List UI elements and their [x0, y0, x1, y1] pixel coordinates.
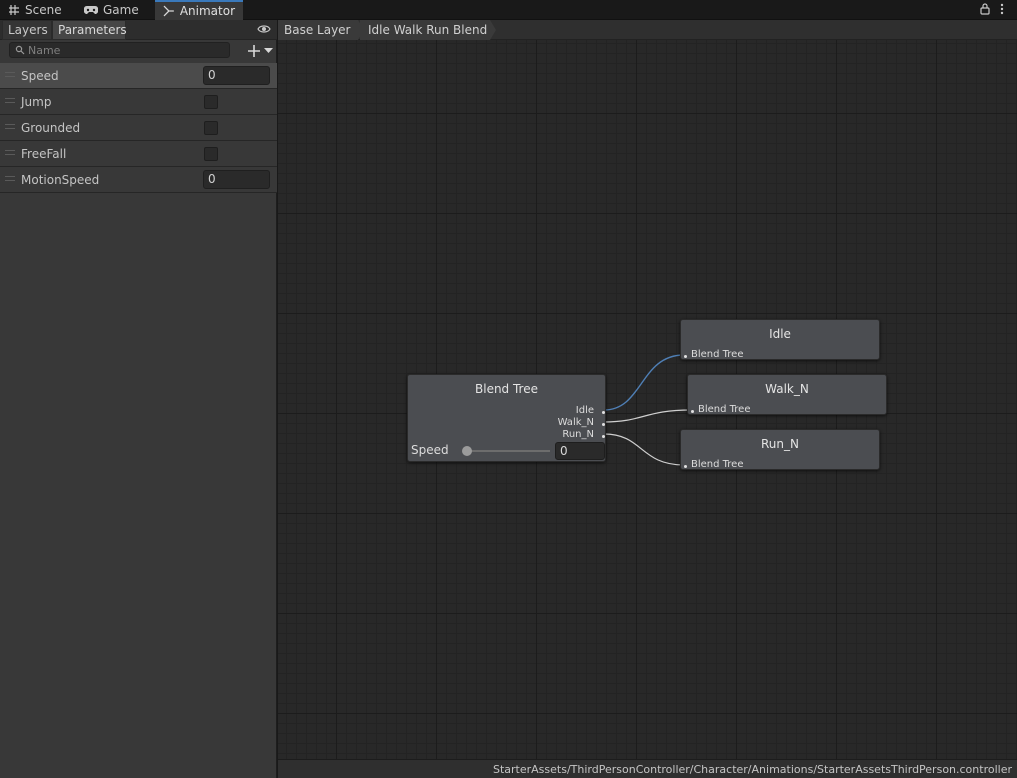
status-bar: StarterAssets/ThirdPersonController/Char…	[278, 759, 1017, 778]
blend-tree-node[interactable]: Blend Tree Idle Walk_N Run_N Speed 0	[407, 374, 606, 462]
motion-node-walk[interactable]: Walk_N Blend Tree	[687, 374, 887, 415]
parameter-name: MotionSpeed	[21, 173, 100, 187]
tab-label: Game	[103, 3, 139, 17]
search-box[interactable]	[9, 42, 230, 58]
output-port-label: Idle	[575, 405, 594, 416]
node-title: Walk_N	[765, 382, 809, 396]
animator-graph[interactable]: Base Layer Idle Walk Run Blend Blend Tre…	[278, 20, 1017, 778]
tab-parameters[interactable]: Parameters	[52, 20, 127, 40]
parameter-float-field[interactable]: 0	[203, 170, 270, 189]
search-icon	[15, 45, 25, 55]
parameter-bool-checkbox[interactable]	[204, 147, 218, 161]
parameter-name: Speed	[21, 69, 59, 83]
tab-layers[interactable]: Layers	[2, 20, 52, 40]
lock-icon[interactable]	[980, 3, 990, 15]
input-port[interactable]	[684, 355, 687, 358]
blend-slider-thumb[interactable]	[462, 446, 472, 456]
blend-parameter-label: Speed	[411, 443, 449, 457]
wire-run	[603, 433, 685, 466]
parameter-row-motionspeed[interactable]: MotionSpeed 0	[0, 167, 277, 193]
add-parameter-button[interactable]	[247, 43, 275, 58]
search-row	[0, 40, 277, 62]
input-port[interactable]	[691, 410, 694, 413]
input-port-label: Blend Tree	[698, 404, 751, 415]
tab-label: Animator	[179, 4, 235, 18]
drag-handle-icon[interactable]	[5, 176, 15, 181]
drag-handle-icon[interactable]	[5, 72, 15, 77]
wire-walk	[603, 409, 692, 423]
gamepad-icon	[84, 5, 98, 15]
tab-animator[interactable]: Animator	[155, 0, 243, 20]
chevron-down-icon	[264, 47, 273, 53]
output-port-label: Walk_N	[557, 417, 594, 428]
motion-node-idle[interactable]: Idle Blend Tree	[680, 319, 880, 360]
tab-label: Scene	[25, 3, 62, 17]
more-icon[interactable]	[1000, 3, 1004, 15]
node-title: Idle	[769, 327, 791, 341]
drag-handle-icon[interactable]	[5, 124, 15, 129]
drag-handle-icon[interactable]	[5, 150, 15, 155]
output-port[interactable]	[602, 423, 605, 426]
parameter-name: FreeFall	[21, 147, 67, 161]
input-port-label: Blend Tree	[691, 349, 744, 360]
blend-value-field[interactable]: 0	[555, 442, 605, 460]
parameter-bool-checkbox[interactable]	[204, 121, 218, 135]
motion-node-run[interactable]: Run_N Blend Tree	[680, 429, 880, 470]
parameter-name: Jump	[21, 95, 52, 109]
node-title: Blend Tree	[475, 382, 538, 396]
parameter-row-speed[interactable]: Speed 0	[0, 63, 277, 89]
parameter-row-jump[interactable]: Jump	[0, 89, 277, 115]
drag-handle-icon[interactable]	[5, 98, 15, 103]
blend-slider-track[interactable]	[466, 450, 550, 452]
tab-scene[interactable]: Scene	[0, 0, 74, 20]
output-port[interactable]	[602, 411, 605, 414]
parameter-float-field[interactable]: 0	[203, 66, 270, 85]
node-title: Run_N	[761, 437, 799, 451]
search-input[interactable]	[28, 43, 223, 57]
input-port[interactable]	[684, 465, 687, 468]
output-port-label: Run_N	[562, 429, 594, 440]
parameters-panel: Layers Parameters Speed 0	[0, 20, 277, 778]
eye-icon[interactable]	[257, 24, 271, 34]
parameter-row-freefall[interactable]: FreeFall	[0, 141, 277, 167]
window-tab-bar: Scene Game Animator	[0, 0, 1017, 20]
tab-game[interactable]: Game	[76, 0, 156, 20]
panel-tabs: Layers Parameters	[0, 20, 277, 40]
parameter-bool-checkbox[interactable]	[204, 95, 218, 109]
connection-wires	[603, 354, 692, 466]
parameter-row-grounded[interactable]: Grounded	[0, 115, 277, 141]
input-port-label: Blend Tree	[691, 459, 744, 470]
controller-path: StarterAssets/ThirdPersonController/Char…	[493, 763, 1012, 776]
plus-icon	[248, 44, 260, 57]
grid-icon	[9, 5, 19, 15]
animator-icon	[163, 5, 174, 17]
parameter-name: Grounded	[21, 121, 81, 135]
output-port[interactable]	[602, 435, 605, 438]
wire-idle	[603, 354, 685, 411]
